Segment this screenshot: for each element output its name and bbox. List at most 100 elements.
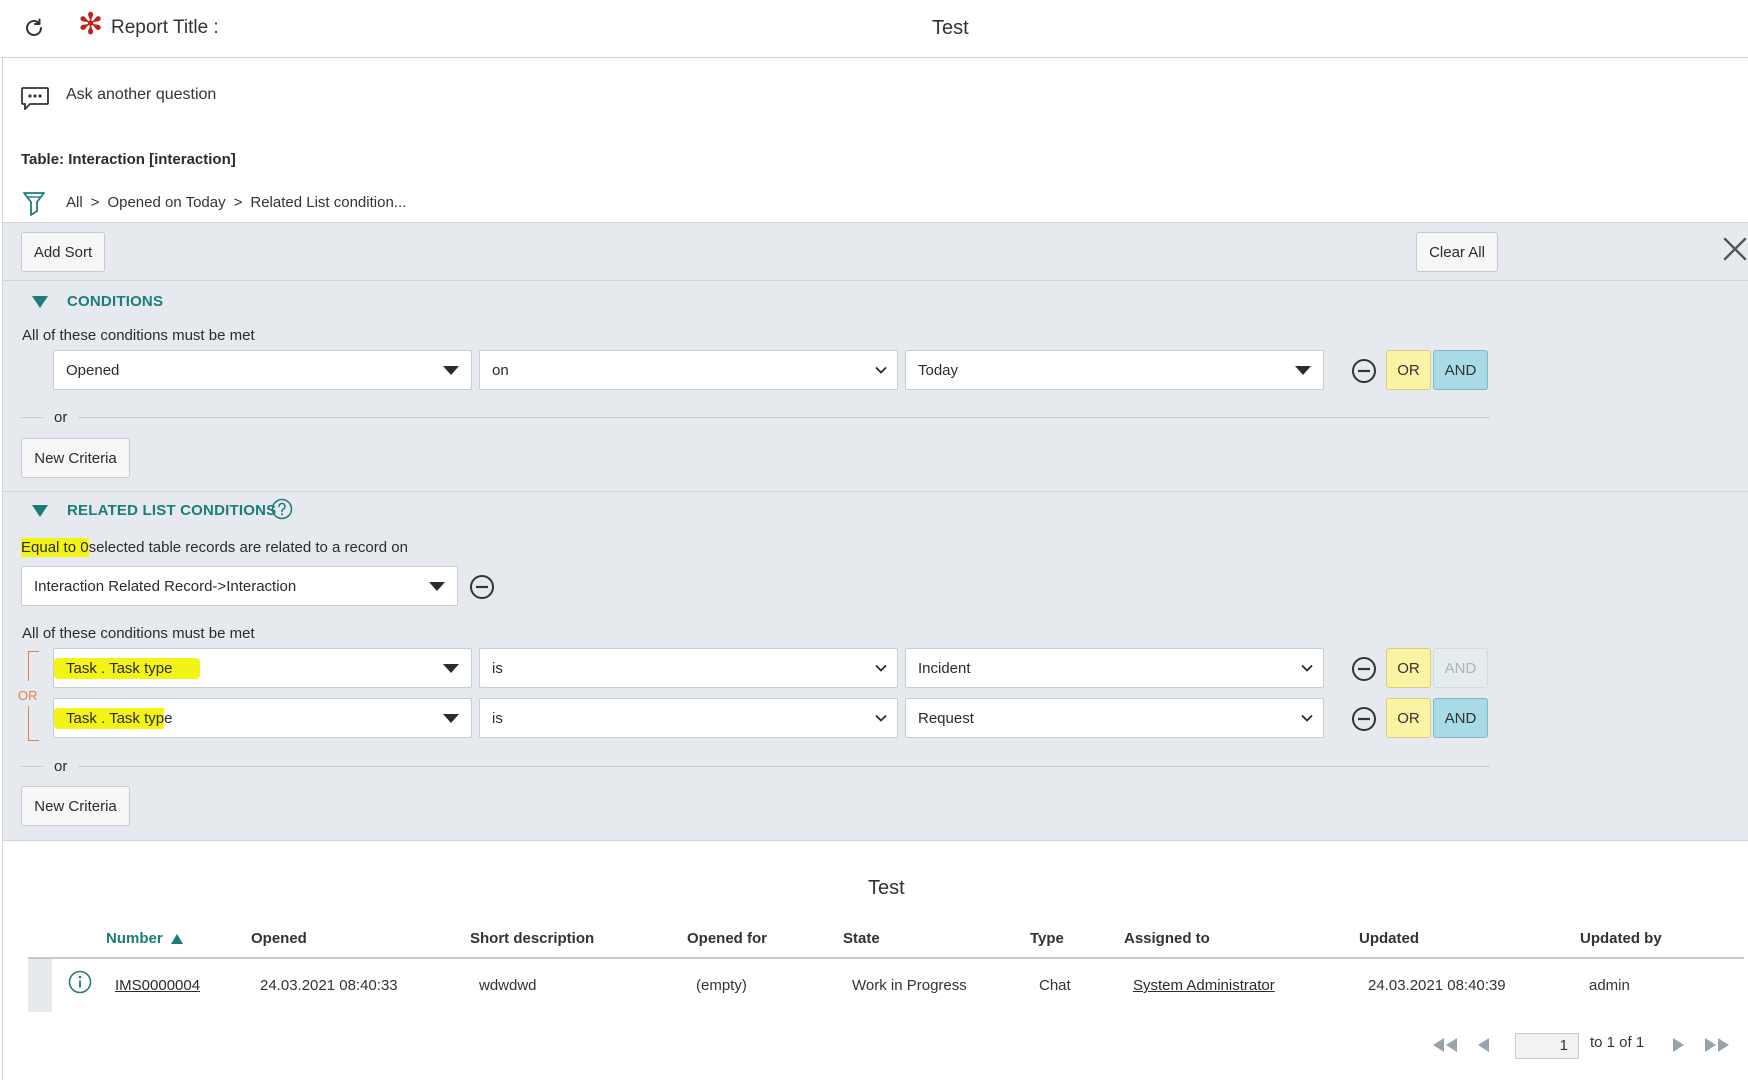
list-header-divider — [28, 957, 1744, 959]
related-operator-select-2[interactable]: is — [479, 698, 898, 738]
condition-operator-select[interactable]: on — [479, 350, 898, 390]
chevron-down-icon — [875, 664, 887, 672]
breadcrumb-item-opened-today[interactable]: Opened on Today — [107, 194, 225, 211]
ask-another-question-link[interactable]: Ask another question — [66, 86, 216, 104]
conditions-title[interactable]: CONDITIONS — [67, 293, 163, 310]
related-value-select-1[interactable]: Incident — [905, 648, 1324, 688]
list-title: Test — [868, 877, 905, 899]
and-button[interactable]: AND — [1433, 698, 1488, 738]
assigned-to-link[interactable]: System Administrator — [1133, 977, 1275, 994]
related-field-value-2: Task . Task type — [54, 707, 173, 729]
last-page-icon[interactable] — [1700, 1035, 1734, 1055]
related-quantity-description: selected table records are related to a … — [88, 539, 408, 556]
collapse-triangle-icon[interactable] — [32, 505, 48, 517]
new-criteria-button[interactable]: New Criteria — [21, 786, 130, 826]
next-page-icon[interactable] — [1668, 1035, 1688, 1055]
remove-condition-icon[interactable] — [1351, 656, 1377, 682]
condition-value-select[interactable]: Today — [905, 350, 1324, 390]
or-button[interactable]: OR — [1386, 648, 1431, 688]
report-title-value[interactable]: Test — [932, 17, 969, 40]
chevron-down-icon — [1301, 664, 1313, 672]
refresh-icon[interactable] — [22, 16, 46, 40]
caret-down-icon — [443, 664, 459, 673]
required-star-icon: ✻ — [78, 8, 104, 41]
related-operator-value-2: is — [492, 709, 503, 727]
column-header-short-description[interactable]: Short description — [470, 930, 594, 947]
cell-opened: 24.03.2021 08:40:33 — [260, 977, 398, 994]
or-divider-line — [78, 766, 1490, 767]
help-icon[interactable] — [271, 498, 293, 520]
related-record-select[interactable]: Interaction Related Record->Interaction — [21, 566, 458, 606]
or-bracket-top — [28, 651, 39, 652]
column-header-type[interactable]: Type — [1030, 930, 1064, 947]
condition-builder — [3, 222, 1748, 841]
breadcrumb-item-all[interactable]: All — [66, 194, 83, 211]
condition-field-select[interactable]: Opened — [53, 350, 472, 390]
close-icon[interactable] — [1722, 236, 1748, 262]
caret-down-icon — [1295, 366, 1311, 375]
remove-condition-icon[interactable] — [1351, 358, 1377, 384]
column-header-number[interactable]: Number — [106, 930, 183, 947]
column-header-state[interactable]: State — [843, 930, 880, 947]
filter-icon[interactable] — [22, 190, 46, 218]
related-operator-value-1: is — [492, 659, 503, 677]
column-header-assigned-to[interactable]: Assigned to — [1124, 930, 1210, 947]
or-label: or — [54, 758, 68, 775]
chevron-down-icon — [875, 366, 887, 374]
related-value-select-2[interactable]: Request — [905, 698, 1324, 738]
new-criteria-button[interactable]: New Criteria — [21, 438, 130, 478]
remove-related-icon[interactable] — [469, 574, 495, 600]
page-number-input[interactable]: 1 — [1515, 1033, 1579, 1059]
or-button[interactable]: OR — [1386, 350, 1431, 390]
column-header-updated[interactable]: Updated — [1359, 930, 1419, 947]
row-selector-strip[interactable] — [28, 959, 52, 1012]
related-field-select-1[interactable]: Task . Task type — [53, 648, 472, 688]
info-icon[interactable] — [68, 970, 92, 994]
column-header-opened[interactable]: Opened — [251, 930, 307, 947]
chevron-down-icon — [875, 714, 887, 722]
related-value-text-2: Request — [918, 709, 974, 727]
related-list-conditions-title[interactable]: RELATED LIST CONDITIONS — [67, 502, 276, 519]
breadcrumb-separator: > — [90, 194, 100, 211]
condition-value-text: Today — [918, 361, 959, 379]
conditions-must-be-met: All of these conditions must be met — [22, 327, 255, 344]
related-value-text-1: Incident — [918, 659, 971, 677]
report-header: ✻ Report Title : Test — [0, 0, 1748, 58]
or-label: or — [54, 409, 68, 426]
record-number-link[interactable]: IMS0000004 — [115, 977, 200, 994]
previous-page-icon[interactable] — [1474, 1035, 1494, 1055]
or-button[interactable]: OR — [1386, 698, 1431, 738]
column-header-opened-for[interactable]: Opened for — [687, 930, 767, 947]
cell-updated: 24.03.2021 08:40:39 — [1368, 977, 1506, 994]
related-operator-select-1[interactable]: is — [479, 648, 898, 688]
toolbar-divider — [3, 280, 1748, 281]
or-bracket-label: OR — [18, 688, 38, 703]
chevron-down-icon — [1301, 714, 1313, 722]
collapse-triangle-icon[interactable] — [32, 296, 48, 308]
cell-type: Chat — [1039, 977, 1071, 994]
breadcrumb-item-related-list[interactable]: Related List condition... — [250, 194, 406, 211]
related-field-highlight-2: Task . Task typ — [54, 707, 165, 729]
related-field-select-2[interactable]: Task . Task type — [53, 698, 472, 738]
related-quantity-text: Equal to 0selected table records are rel… — [21, 538, 408, 557]
and-button[interactable]: AND — [1433, 350, 1488, 390]
or-divider-line — [21, 766, 43, 767]
first-page-icon[interactable] — [1428, 1035, 1462, 1055]
add-sort-button[interactable]: Add Sort — [21, 232, 105, 272]
report-title-label: Report Title : — [111, 17, 219, 38]
or-bracket-upper — [28, 651, 29, 681]
column-header-updated-by[interactable]: Updated by — [1580, 930, 1662, 947]
sort-ascending-icon — [170, 934, 183, 945]
column-header-number-label: Number — [106, 930, 163, 947]
condition-field-value: Opened — [66, 361, 120, 379]
or-divider-line — [78, 417, 1490, 418]
remove-condition-icon[interactable] — [1351, 706, 1377, 732]
related-field-rest-2: e — [164, 709, 173, 727]
chat-bubble-icon[interactable] — [20, 86, 50, 110]
clear-all-button[interactable]: Clear All — [1416, 232, 1498, 272]
table-label: Table: Interaction [interaction] — [21, 151, 236, 168]
related-quantity-selector[interactable]: Equal to 0 — [21, 538, 89, 557]
caret-down-icon — [443, 714, 459, 723]
cell-state: Work in Progress — [852, 977, 967, 994]
cell-short-description: wdwdwd — [479, 977, 537, 994]
